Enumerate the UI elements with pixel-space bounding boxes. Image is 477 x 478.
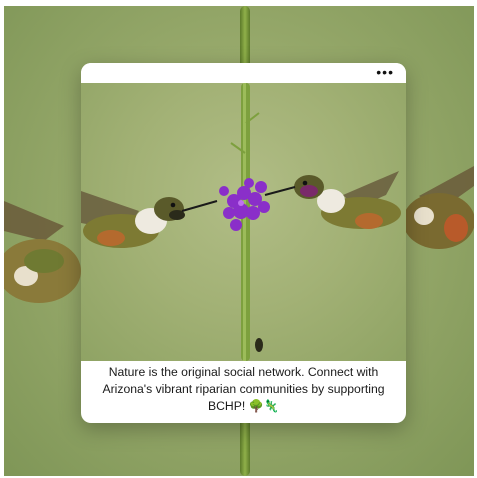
post-photo bbox=[81, 83, 406, 361]
left-hummingbird-image bbox=[4, 201, 81, 303]
right-hummingbird-image bbox=[404, 166, 474, 249]
left-hummingbird bbox=[81, 191, 218, 248]
post-card: ••• Nature is the original social networ… bbox=[81, 63, 406, 423]
post-caption: Nature is the original social network. C… bbox=[102, 365, 385, 413]
right-hummingbird bbox=[264, 171, 401, 229]
more-options-icon[interactable]: ••• bbox=[376, 65, 394, 79]
card-header: ••• bbox=[81, 63, 406, 83]
hummingbirds-illustration bbox=[81, 83, 401, 361]
